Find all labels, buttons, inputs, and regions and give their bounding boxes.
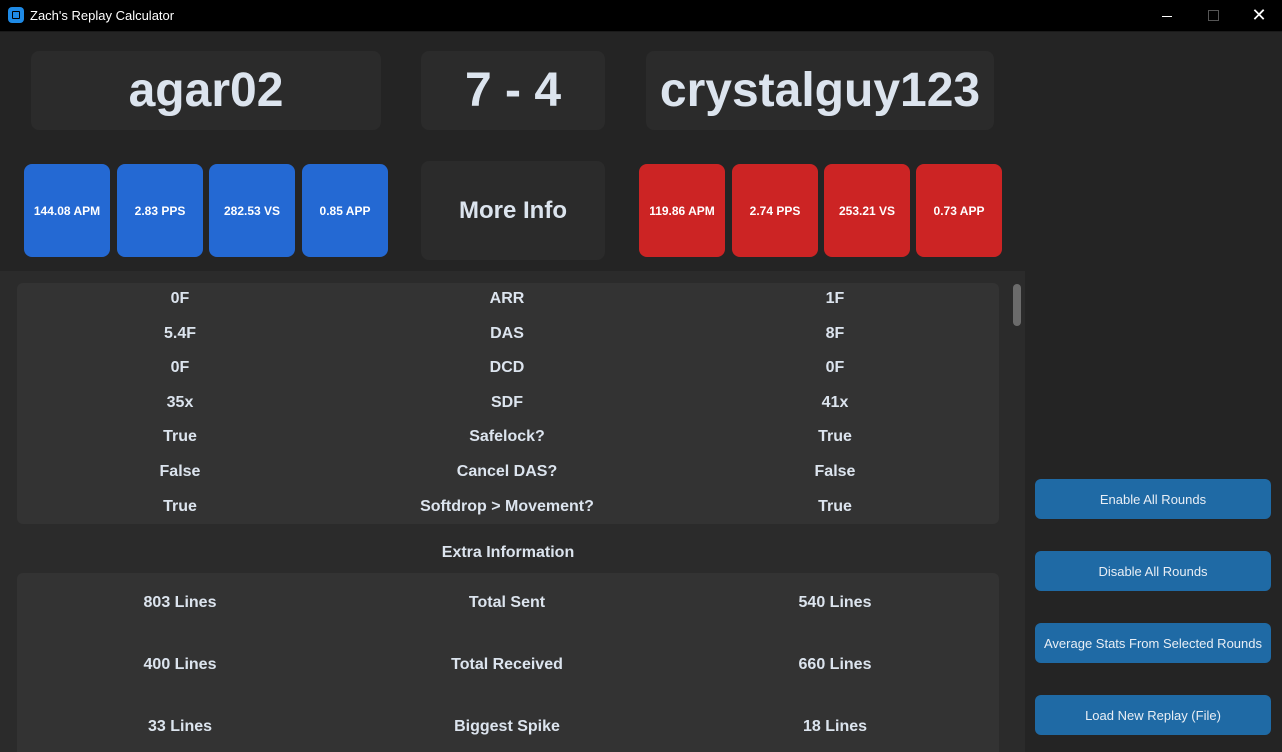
- left-value: 0F: [170, 359, 190, 376]
- minimize-icon: [1162, 16, 1172, 17]
- extra-label: Biggest Spike: [454, 718, 560, 735]
- setting-label: SDF: [491, 394, 523, 411]
- setting-label: ARR: [489, 290, 525, 307]
- left-value: 0F: [170, 290, 190, 307]
- right-value: 41x: [821, 394, 849, 411]
- disable-all-rounds-button[interactable]: Disable All Rounds: [1035, 551, 1271, 591]
- settings-row: 0F DCD 0F: [17, 353, 999, 383]
- left-value: 400 Lines: [143, 656, 217, 673]
- left-value: 5.4F: [163, 325, 196, 342]
- setting-label: Safelock?: [469, 428, 545, 445]
- average-stats-button[interactable]: Average Stats From Selected Rounds: [1035, 623, 1271, 663]
- left-value: True: [163, 428, 197, 445]
- settings-row: True Safelock? True: [17, 422, 999, 452]
- maximize-icon: [1207, 10, 1219, 21]
- maximize-button[interactable]: [1190, 0, 1236, 31]
- right-app-stat[interactable]: 0.73 APP: [916, 164, 1002, 257]
- right-pps-stat[interactable]: 2.74 PPS: [732, 164, 818, 257]
- settings-comparison-panel: 0F ARR 1F 5.4F DAS 8F 0F DCD 0F 35x SDF …: [17, 283, 999, 524]
- right-value: 18 Lines: [802, 718, 868, 735]
- right-vs-stat[interactable]: 253.21 VS: [824, 164, 910, 257]
- left-vs-stat[interactable]: 282.53 VS: [209, 164, 295, 257]
- left-value: 803 Lines: [143, 594, 217, 611]
- setting-label: DCD: [489, 359, 525, 376]
- extra-row: 400 Lines Total Received 660 Lines: [17, 650, 999, 680]
- setting-label: Cancel DAS?: [456, 463, 558, 480]
- right-value: 660 Lines: [798, 656, 872, 673]
- settings-row: True Softdrop > Movement? True: [17, 492, 999, 522]
- title-bar: Zach's Replay Calculator ✕: [0, 0, 1282, 32]
- enable-all-rounds-button[interactable]: Enable All Rounds: [1035, 479, 1271, 519]
- close-button[interactable]: ✕: [1236, 0, 1282, 31]
- settings-row: 35x SDF 41x: [17, 388, 999, 418]
- right-apm-stat[interactable]: 119.86 APM: [639, 164, 725, 257]
- settings-row: False Cancel DAS? False: [17, 457, 999, 487]
- player-left-name: agar02: [31, 51, 381, 130]
- settings-row: 0F ARR 1F: [17, 284, 999, 314]
- right-value: True: [818, 428, 852, 445]
- settings-row: 5.4F DAS 8F: [17, 319, 999, 349]
- left-value: False: [159, 463, 201, 480]
- right-value: 8F: [825, 325, 845, 342]
- left-value: 33 Lines: [147, 718, 213, 735]
- right-value: True: [818, 498, 852, 515]
- more-info-button[interactable]: More Info: [421, 161, 605, 260]
- left-app-stat[interactable]: 0.85 APP: [302, 164, 388, 257]
- scrollbar[interactable]: [1013, 284, 1021, 326]
- left-value: True: [163, 498, 197, 515]
- extra-label: Total Received: [451, 656, 563, 673]
- left-value: 35x: [166, 394, 194, 411]
- minimize-button[interactable]: [1144, 0, 1190, 31]
- load-new-replay-button[interactable]: Load New Replay (File): [1035, 695, 1271, 735]
- app-icon: [8, 7, 24, 23]
- left-apm-stat[interactable]: 144.08 APM: [24, 164, 110, 257]
- right-value: False: [814, 463, 856, 480]
- right-value: 0F: [825, 359, 845, 376]
- right-value: 1F: [825, 290, 845, 307]
- setting-label: Softdrop > Movement?: [420, 498, 594, 515]
- match-score: 7 - 4: [421, 51, 605, 130]
- extra-row: 33 Lines Biggest Spike 18 Lines: [17, 712, 999, 742]
- extra-information-title: Extra Information: [441, 544, 575, 561]
- extra-row: 803 Lines Total Sent 540 Lines: [17, 588, 999, 618]
- window-title: Zach's Replay Calculator: [30, 8, 175, 23]
- extra-information-panel: 803 Lines Total Sent 540 Lines 400 Lines…: [17, 573, 999, 752]
- extra-label: Total Sent: [468, 594, 546, 611]
- right-value: 540 Lines: [798, 594, 872, 611]
- setting-label: DAS: [490, 325, 524, 342]
- player-right-name: crystalguy123: [646, 51, 994, 130]
- left-pps-stat[interactable]: 2.83 PPS: [117, 164, 203, 257]
